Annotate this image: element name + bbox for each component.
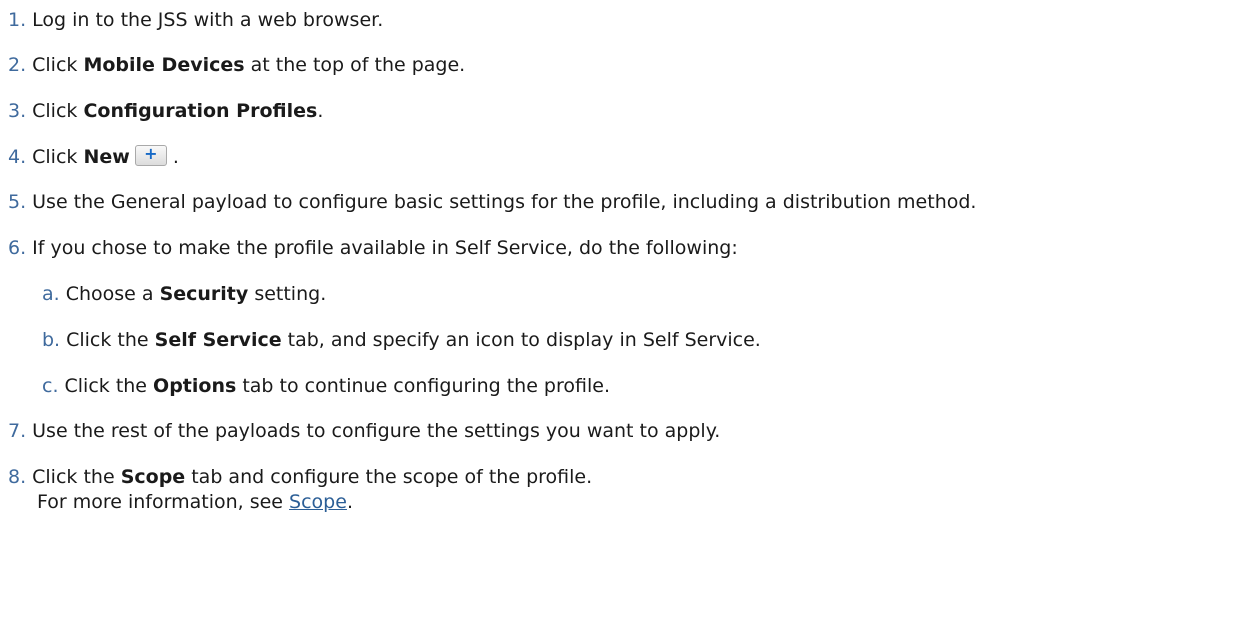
substep-letter: a. — [42, 283, 60, 305]
ui-term: New — [83, 146, 130, 168]
step-text: tab, and specify an icon to display in S… — [281, 329, 761, 351]
step-text: Click the — [66, 329, 155, 351]
step-2: 2. Click Mobile Devices at the top of the… — [8, 53, 465, 77]
step-number: 3. — [8, 100, 27, 122]
step-text: Click the — [32, 466, 121, 488]
step-number: 6. — [8, 237, 27, 259]
ui-term: Configuration Profiles — [83, 100, 318, 122]
more-info-text: . — [346, 491, 353, 513]
ui-term: Security — [159, 283, 249, 305]
step-number: 5. — [8, 191, 27, 213]
step-number: 4. — [8, 146, 27, 168]
scope-link[interactable]: Scope — [289, 491, 347, 513]
step-3: 3. Click Configuration Profiles. — [8, 99, 323, 123]
step-4: 4.Click New . — [8, 144, 179, 169]
substep-a: a. Choose a Security setting. — [42, 282, 326, 306]
step-text: Click — [32, 54, 84, 76]
step-text: . — [317, 100, 324, 122]
step-text: Click — [32, 100, 84, 122]
ui-term: Self Service — [154, 329, 282, 351]
step-text: setting. — [248, 283, 327, 305]
substep-c: c. Click the Options tab to continue conf… — [42, 374, 610, 398]
step-1: 1. Log in to the JSS with a web browser. — [8, 8, 383, 32]
step-number: 1. — [8, 9, 27, 31]
step-text: Log in to the JSS with a web browser. — [32, 9, 384, 31]
ui-term: Options — [153, 375, 237, 397]
step-text: tab and configure the scope of the profi… — [185, 466, 593, 488]
step-5: 5. Use the General payload to configure b… — [8, 190, 976, 214]
substep-letter: b. — [42, 329, 61, 351]
substep-b: b. Click the Self Service tab, and specif… — [42, 328, 761, 352]
plus-icon — [134, 144, 167, 166]
step-text: at the top of the page. — [244, 54, 466, 76]
step-text: Click — [32, 146, 84, 168]
ui-term: Scope — [120, 466, 186, 488]
substep-letter: c. — [42, 375, 59, 397]
step-text: . — [166, 146, 179, 168]
step-text: Use the General payload to configure bas… — [32, 191, 977, 213]
step-text: Choose a — [65, 283, 160, 305]
step-text: Use the rest of the payloads to configur… — [32, 420, 721, 442]
step-6: 6. If you chose to make the profile avail… — [8, 236, 738, 260]
step-text: If you chose to make the profile availab… — [32, 237, 738, 259]
step-number: 2. — [8, 54, 27, 76]
step-number: 7. — [8, 420, 27, 442]
ui-term: Mobile Devices — [83, 54, 245, 76]
step-text: tab to continue configuring the profile. — [236, 375, 610, 397]
procedure-document: 1. Log in to the JSS with a web browser. … — [0, 0, 1252, 622]
step-number: 8. — [8, 466, 27, 488]
more-info-text: For more information, see — [37, 491, 290, 513]
step-8: 8. Click the Scope tab and configure the … — [8, 465, 592, 489]
more-info-line: For more information, see Scope. — [37, 490, 353, 514]
step-text: Click the — [64, 375, 154, 397]
step-7: 7. Use the rest of the payloads to config… — [8, 419, 720, 443]
